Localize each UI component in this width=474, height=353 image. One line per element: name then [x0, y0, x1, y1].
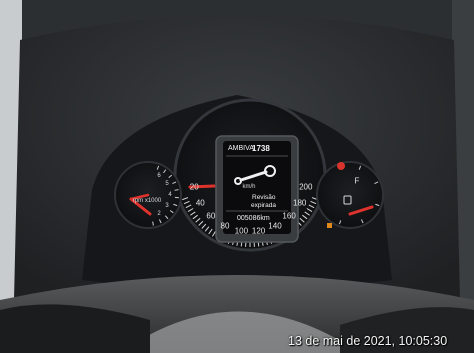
speedometer-unit: km/h [242, 184, 256, 190]
tachometer-tick [174, 189, 179, 191]
lcd-trip-value: 1738 [252, 144, 270, 153]
speedometer-label-120: 120 [251, 226, 266, 236]
lcd-odometer: 005086km [237, 215, 270, 222]
lcd-message-line1: Revisão [252, 194, 276, 201]
fuel-gauge-dial [316, 161, 384, 229]
speedometer-label-20: 20 [189, 182, 199, 192]
lcd-trip-label: AMBIVA [228, 145, 254, 152]
tachometer-label-6: 6 [157, 172, 161, 179]
speedometer-label-140: 140 [268, 221, 282, 231]
tachometer-label-2: 2 [157, 211, 161, 218]
photo-timestamp: 13 de mai de 2021, 10:05:30 [288, 334, 448, 348]
engine-lamp-icon [327, 223, 332, 228]
tachometer-label-3: 3 [165, 203, 169, 209]
speedometer-label-60: 60 [206, 211, 216, 221]
speedometer-label-160: 160 [282, 211, 296, 221]
fuel-full-label: F [354, 176, 360, 186]
speedometer-label-100: 100 [234, 226, 249, 236]
tachometer-tick [152, 221, 154, 226]
warning-lamp-icon [337, 162, 345, 170]
lcd-message-line2: expirada [251, 202, 276, 209]
instrument-cluster-photo: 20 40 60 80 100 120 140 160 180 200 23 4 56 km/h rp… [0, 0, 474, 353]
cluster-artwork [0, 0, 474, 353]
tachometer-unit: rpm x1000 [132, 198, 162, 204]
speedometer-label-80: 80 [220, 221, 230, 231]
speedometer-label-200: 200 [299, 182, 313, 192]
speedometer-label-180: 180 [293, 198, 307, 208]
speedometer-label-40: 40 [195, 198, 205, 208]
tachometer-label-4: 4 [168, 192, 172, 198]
tachometer-label-5: 5 [165, 181, 169, 187]
